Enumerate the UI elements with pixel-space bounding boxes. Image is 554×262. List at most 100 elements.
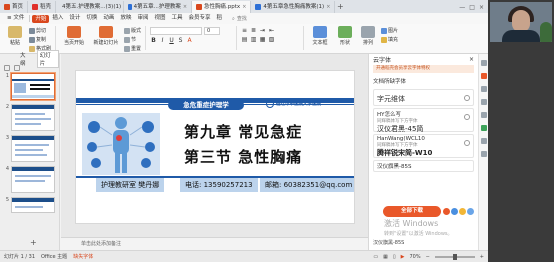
close-icon[interactable]: × bbox=[242, 1, 246, 13]
slide-thumbnail-5[interactable] bbox=[11, 197, 55, 213]
numbering-icon[interactable]: ≣ bbox=[250, 27, 257, 34]
arrange-button[interactable]: 排列 bbox=[358, 26, 378, 46]
slideshow-icon[interactable]: ▶ bbox=[401, 254, 405, 260]
align-center-icon[interactable]: ▥ bbox=[250, 36, 257, 43]
bold-button[interactable]: B bbox=[150, 37, 157, 44]
layout-button[interactable]: 版式 bbox=[124, 27, 141, 34]
tab-doc-2[interactable]: 4第五章...护理教案 × bbox=[124, 1, 193, 13]
indent-icon[interactable]: ⇥ bbox=[259, 27, 266, 34]
shadow-button[interactable]: S bbox=[177, 37, 184, 44]
slide-canvas[interactable]: 急危重症护理学 宿迁市中医院大学医院 第九章 常见急症 第三节 急性胸痛 护理教… bbox=[75, 70, 355, 224]
font-card[interactable]: 汉仪旗黑-85S bbox=[373, 160, 474, 172]
text-box-button[interactable]: 文本框 bbox=[308, 26, 332, 46]
menu-slideshow[interactable]: 放映 bbox=[117, 13, 134, 24]
fill-label: 填充 bbox=[388, 37, 399, 43]
download-icon[interactable] bbox=[464, 140, 470, 146]
tab-ppt-active[interactable]: 急性胸痛.pptx × bbox=[192, 1, 252, 13]
new-tab-button[interactable]: + bbox=[335, 1, 345, 13]
tab-slides[interactable]: 幻灯片 bbox=[36, 50, 59, 68]
paste-button[interactable]: 粘贴 bbox=[4, 26, 26, 46]
font-color-button[interactable]: A bbox=[186, 37, 193, 44]
sogou-icon[interactable] bbox=[443, 208, 450, 215]
menu-member[interactable]: 会员专享 bbox=[186, 13, 214, 24]
member-promo[interactable]: 开通稻壳会员享云字体特权 bbox=[373, 65, 474, 73]
mic-icon[interactable] bbox=[451, 208, 458, 215]
justify-icon[interactable]: ▧ bbox=[268, 36, 275, 43]
file-menu[interactable]: ≡ 文件 bbox=[4, 13, 27, 24]
italic-button[interactable]: I bbox=[159, 37, 166, 44]
slide-thumbnail-4[interactable] bbox=[11, 166, 55, 193]
reset-button[interactable]: 重置 bbox=[124, 45, 141, 52]
keyboard-icon[interactable] bbox=[467, 208, 474, 215]
grid-icon[interactable] bbox=[4, 65, 10, 71]
tab-outline[interactable]: 大纲 bbox=[20, 51, 31, 67]
menu-animation[interactable]: 动画 bbox=[100, 13, 117, 24]
more-icon[interactable] bbox=[480, 151, 487, 157]
outdent-icon[interactable]: ⇤ bbox=[268, 27, 275, 34]
tab-docer[interactable]: 稻壳 bbox=[28, 1, 57, 13]
beautify-icon[interactable] bbox=[480, 125, 487, 131]
tab-doc-3[interactable]: 4第五章急性胸痛教案(1) × bbox=[251, 1, 336, 13]
notes-area[interactable]: 单击此处添加备注 bbox=[61, 237, 368, 250]
font-card[interactable]: HanWang(WCL10 同辉稿体写下方字体 腾祥锐宋简-W10 bbox=[373, 134, 474, 158]
fill-button[interactable]: 填充 bbox=[381, 36, 398, 43]
layers-icon[interactable] bbox=[480, 112, 487, 118]
tab-doc-1[interactable]: 4第五.护理教案...(3)(1)× bbox=[56, 1, 125, 13]
select-icon[interactable] bbox=[480, 60, 487, 66]
reading-view-icon[interactable]: ▯ bbox=[393, 254, 396, 260]
copy-button[interactable]: 复制 bbox=[29, 36, 51, 43]
close-window-button[interactable]: × bbox=[479, 4, 484, 11]
font-card[interactable]: HY怎么写 同辉稿体写下方字体 汉仪君黑-45简 bbox=[373, 108, 474, 133]
close-panel-button[interactable]: × bbox=[469, 56, 474, 63]
font-name-select[interactable] bbox=[150, 27, 203, 35]
search-box[interactable]: ⌕ 查找 bbox=[229, 15, 250, 23]
from-current-button[interactable]: 当页开始 bbox=[60, 26, 88, 46]
normal-view-icon[interactable]: ▭ bbox=[373, 254, 378, 260]
font-icon[interactable] bbox=[480, 73, 487, 79]
slide-editor: 急危重症护理学 宿迁市中医院大学医院 第九章 常见急症 第三节 急性胸痛 护理教… bbox=[61, 54, 368, 250]
align-right-icon[interactable]: ▦ bbox=[259, 36, 266, 43]
cut-button[interactable]: 剪切 bbox=[29, 27, 51, 34]
minimize-button[interactable]: — bbox=[459, 4, 465, 11]
zoom-level[interactable]: 70% bbox=[409, 254, 420, 260]
emoji-icon[interactable] bbox=[459, 208, 466, 215]
tab-home[interactable]: 首页 bbox=[0, 1, 29, 13]
slide-thumbnail-3[interactable] bbox=[11, 135, 55, 162]
zoom-slider[interactable] bbox=[434, 253, 475, 260]
list-icon[interactable] bbox=[14, 65, 20, 71]
download-icon[interactable] bbox=[464, 95, 470, 101]
add-slide-button[interactable]: + bbox=[30, 238, 37, 247]
download-icon[interactable] bbox=[464, 114, 470, 120]
menu-docer[interactable]: 稻 bbox=[214, 13, 226, 24]
shape-button[interactable]: 形状 bbox=[335, 26, 355, 46]
maximize-button[interactable]: □ bbox=[469, 4, 475, 11]
bullets-icon[interactable]: ≡ bbox=[241, 27, 248, 34]
underline-button[interactable]: U bbox=[168, 37, 175, 44]
download-all-button[interactable]: 全部下载 bbox=[383, 206, 441, 217]
menu-transition[interactable]: 切换 bbox=[83, 13, 100, 24]
font-size-select[interactable]: 0 bbox=[204, 27, 221, 35]
align-left-icon[interactable]: ▤ bbox=[241, 36, 248, 43]
menu-start[interactable]: 开始 bbox=[32, 14, 50, 23]
menu-review[interactable]: 审阅 bbox=[134, 13, 151, 24]
menu-tools[interactable]: 工具 bbox=[168, 13, 185, 24]
picture-button[interactable]: 图片 bbox=[381, 27, 398, 34]
settings-icon[interactable] bbox=[480, 138, 487, 144]
shape-icon[interactable] bbox=[480, 86, 487, 92]
zoom-knob[interactable] bbox=[452, 253, 457, 260]
close-icon[interactable]: × bbox=[326, 1, 330, 13]
menu-view[interactable]: 视图 bbox=[151, 13, 168, 24]
new-slide-button[interactable]: 新建幻灯片 bbox=[91, 26, 121, 46]
slide-thumbnail-1[interactable] bbox=[11, 73, 55, 100]
zoom-out-button[interactable]: − bbox=[426, 254, 430, 260]
font-card[interactable]: 字元维体 bbox=[373, 89, 474, 106]
missing-font-button[interactable]: 缺失字体 bbox=[73, 253, 93, 260]
close-icon[interactable]: × bbox=[183, 1, 187, 13]
animation-icon[interactable] bbox=[480, 99, 487, 105]
section-button[interactable]: 节 bbox=[124, 36, 141, 43]
sorter-view-icon[interactable]: ▦ bbox=[383, 254, 388, 260]
slide-thumbnail-2[interactable] bbox=[11, 104, 55, 131]
menu-design[interactable]: 设计 bbox=[66, 13, 83, 24]
zoom-in-button[interactable]: + bbox=[480, 254, 484, 260]
menu-insert[interactable]: 插入 bbox=[49, 13, 66, 24]
